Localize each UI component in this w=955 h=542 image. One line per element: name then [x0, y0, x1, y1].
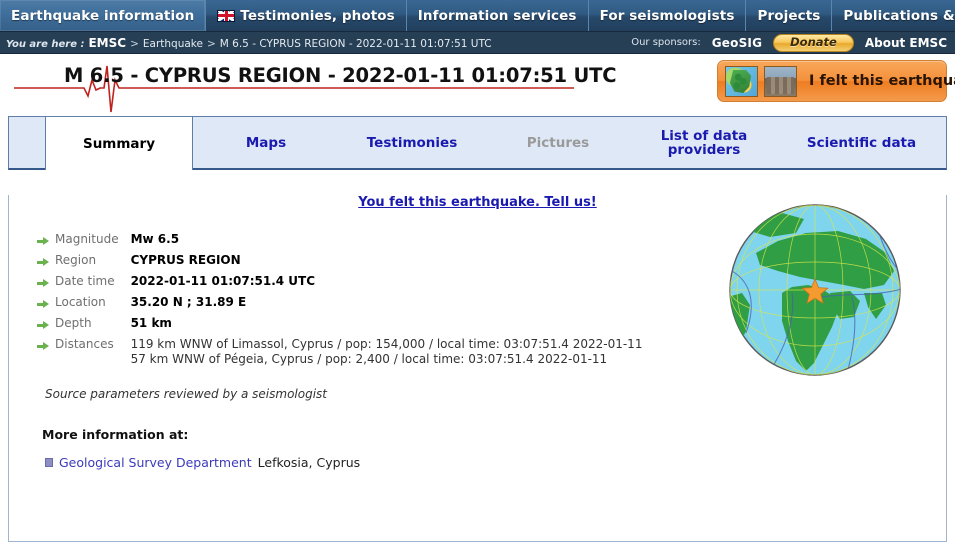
you-felt-this-earthquake-link[interactable]: You felt this earthquake. Tell us! [358, 195, 597, 210]
uk-flag-icon [217, 9, 236, 22]
bullet-arrow-cell [37, 232, 55, 253]
nav-item-label: For seismologists [599, 7, 735, 24]
param-value: 35.20 N ; 31.89 E [130, 295, 247, 309]
nav-item-information-services[interactable]: Information services [407, 0, 589, 31]
tab-pictures: Pictures [485, 117, 631, 168]
param-value: 51 km [130, 316, 172, 330]
tab-label-line2: providers [667, 141, 741, 158]
arrow-right-icon [37, 237, 49, 246]
param-label: Depth [55, 316, 92, 330]
nav-item-earthquake-information[interactable]: Earthquake information [0, 0, 207, 31]
param-label: Location [55, 295, 106, 309]
param-label: Distances [55, 337, 114, 351]
document-icon [45, 458, 53, 467]
tab-bar: Summary Maps Testimonies Pictures List o… [8, 116, 947, 170]
param-row-location: Location 35.20 N ; 31.89 E [37, 295, 642, 316]
more-information-location: Lefkosia, Cyprus [257, 455, 361, 470]
nav-item-testimonies-photos[interactable]: Testimonies, photos [206, 0, 407, 31]
param-label: Magnitude [55, 232, 119, 246]
earthquake-parameters-table: Magnitude Mw 6.5 Region CYPRUS REGION Da… [37, 232, 642, 371]
page-title: M 6.5 - CYPRUS REGION - 2022-01-11 01:07… [64, 64, 617, 87]
param-row-depth: Depth 51 km [37, 316, 642, 337]
i-felt-button-label: I felt this earthquake [809, 73, 955, 89]
main-navigation-bar: Earthquake information Testimonies, phot… [0, 0, 955, 32]
tab-spacer-left [9, 117, 45, 168]
param-row-region: Region CYPRUS REGION [37, 253, 642, 274]
param-value: 119 km WNW of Limassol, Cyprus / pop: 15… [131, 337, 643, 371]
distance-line: 119 km WNW of Limassol, Cyprus / pop: 15… [130, 337, 643, 351]
about-emsc-link[interactable]: About EMSC [865, 36, 947, 50]
bullet-arrow-cell [37, 316, 55, 337]
distance-line: 57 km WNW of Pégeia, Cyprus / pop: 2,400… [130, 352, 608, 366]
reviewed-note: Source parameters reviewed by a seismolo… [45, 387, 328, 401]
param-value: CYPRUS REGION [130, 253, 241, 267]
breadcrumb-prefix: You are here : [6, 38, 85, 50]
arrow-right-icon [37, 321, 49, 330]
breadcrumb-root-link[interactable]: EMSC [88, 36, 126, 50]
bullet-arrow-cell [37, 337, 55, 371]
globe-epicenter-map [729, 204, 901, 376]
breadcrumb-section-link[interactable]: Earthquake [143, 38, 203, 50]
arrow-right-icon [37, 279, 49, 288]
tab-maps[interactable]: Maps [193, 117, 339, 168]
i-felt-this-earthquake-button[interactable]: I felt this earthquake [717, 60, 955, 102]
tab-summary[interactable]: Summary [45, 116, 193, 170]
tab-testimonies[interactable]: Testimonies [339, 117, 485, 168]
more-information-heading: More information at: [42, 427, 189, 442]
nav-item-projects[interactable]: Projects [746, 0, 833, 31]
tab-label: Testimonies [366, 134, 458, 151]
felt-map-thumbnail-icon [725, 65, 758, 97]
nav-item-publications-docs[interactable]: Publications & docs [832, 0, 955, 31]
breadcrumb-current: M 6.5 - CYPRUS REGION - 2022-01-11 01:07… [219, 37, 492, 50]
breadcrumb-separator: > [130, 37, 139, 50]
sponsor-geosig-link[interactable]: GeoSIG [712, 36, 762, 50]
tab-label: Pictures [526, 134, 590, 151]
tab-scientific-data[interactable]: Scientific data [777, 117, 946, 168]
bullet-arrow-cell [37, 295, 55, 316]
param-value: Mw 6.5 [130, 232, 180, 246]
param-label: Region [55, 253, 97, 267]
nav-item-label: Projects [757, 7, 821, 24]
donate-button[interactable]: Donate [773, 33, 854, 52]
felt-photo-thumbnail-icon [764, 65, 797, 97]
nav-item-for-seismologists[interactable]: For seismologists [589, 0, 747, 31]
sponsor-area: Our sponsors: GeoSIG Donate About EMSC [631, 33, 947, 52]
more-information-item: Geological Survey Department Lefkosia, C… [45, 455, 946, 470]
breadcrumb-separator: > [206, 37, 216, 50]
page-header: M 6.5 - CYPRUS REGION - 2022-01-11 01:07… [0, 54, 955, 116]
tab-label: Maps [245, 134, 287, 151]
sponsors-label: Our sponsors: [631, 37, 701, 48]
tab-list-of-data-providers[interactable]: List of data providers [631, 117, 777, 168]
breadcrumb-bar: You are here : EMSC > Earthquake > M 6.5… [0, 32, 955, 54]
nav-item-label: Publications & docs [843, 7, 955, 24]
bullet-arrow-cell [37, 253, 55, 274]
param-row-distances: Distances 119 km WNW of Limassol, Cyprus… [37, 337, 642, 371]
param-value: 2022-01-11 01:07:51.4 UTC [130, 274, 316, 288]
bullet-arrow-cell [37, 274, 55, 295]
tab-label: Scientific data [806, 134, 917, 151]
nav-item-label: Earthquake information [11, 7, 195, 24]
param-row-magnitude: Magnitude Mw 6.5 [37, 232, 642, 253]
nav-item-label: Information services [417, 7, 577, 24]
arrow-right-icon [37, 258, 49, 267]
geological-survey-department-link[interactable]: Geological Survey Department [59, 455, 252, 470]
summary-panel: You felt this earthquake. Tell us! Magni… [8, 195, 947, 542]
tab-bar-wrapper: Summary Maps Testimonies Pictures List o… [8, 116, 947, 170]
nav-item-label: Testimonies, photos [240, 7, 395, 24]
param-row-date-time: Date time 2022-01-11 01:07:51.4 UTC [37, 274, 642, 295]
arrow-right-icon [37, 300, 49, 309]
breadcrumb: You are here : EMSC > Earthquake > M 6.5… [6, 36, 492, 50]
arrow-right-icon [37, 342, 49, 351]
tab-label: Summary [82, 135, 156, 152]
param-label: Date time [55, 274, 115, 288]
